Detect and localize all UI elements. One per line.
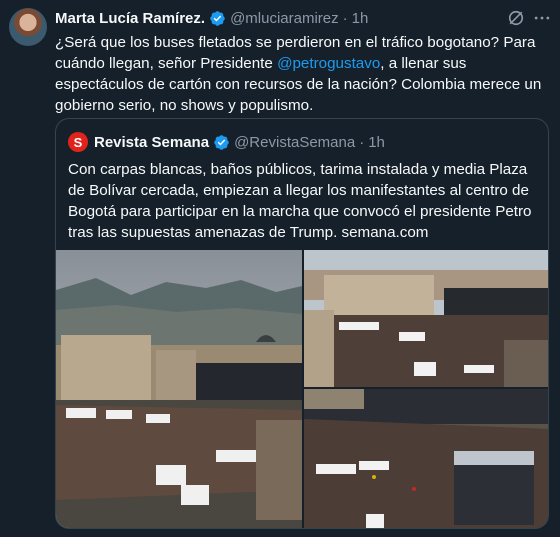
plaza-photo-3[interactable] bbox=[304, 389, 548, 528]
quoted-tweet[interactable]: S Revista Semana @RevistaSemana · 1h Con… bbox=[55, 118, 549, 529]
tweet-text: ¿Será que los buses fletados se perdiero… bbox=[55, 32, 550, 116]
tweet-header: Marta Lucía Ramírez. @mluciaramirez · 1h bbox=[55, 8, 368, 28]
author-handle[interactable]: @mluciaramirez bbox=[230, 10, 339, 27]
grok-icon[interactable] bbox=[506, 8, 526, 28]
more-options-icon[interactable] bbox=[532, 8, 552, 28]
quote-header: S Revista Semana @RevistaSemana · 1h bbox=[68, 131, 385, 153]
quote-author-name[interactable]: Revista Semana bbox=[94, 134, 209, 151]
quote-text: Con carpas blancas, baños públicos, tari… bbox=[68, 161, 532, 241]
plaza-photo-1[interactable] bbox=[56, 250, 302, 528]
plaza-photo-2[interactable] bbox=[304, 250, 548, 387]
verified-badge-icon bbox=[210, 10, 225, 26]
tweet-time[interactable]: 1h bbox=[352, 10, 369, 27]
separator-dot: · bbox=[359, 133, 365, 151]
semana-logo-icon[interactable]: S bbox=[68, 132, 88, 152]
media-grid bbox=[56, 250, 548, 528]
mention-link[interactable]: @petrogustavo bbox=[277, 55, 380, 72]
quote-time[interactable]: 1h bbox=[368, 134, 385, 151]
author-avatar[interactable] bbox=[9, 8, 47, 46]
tweet[interactable]: Marta Lucía Ramírez. @mluciaramirez · 1h… bbox=[0, 0, 560, 537]
author-name[interactable]: Marta Lucía Ramírez. bbox=[55, 10, 205, 27]
quote-author-handle[interactable]: @RevistaSemana bbox=[234, 134, 355, 151]
verified-badge-icon bbox=[214, 134, 229, 150]
separator-dot: · bbox=[342, 9, 348, 27]
